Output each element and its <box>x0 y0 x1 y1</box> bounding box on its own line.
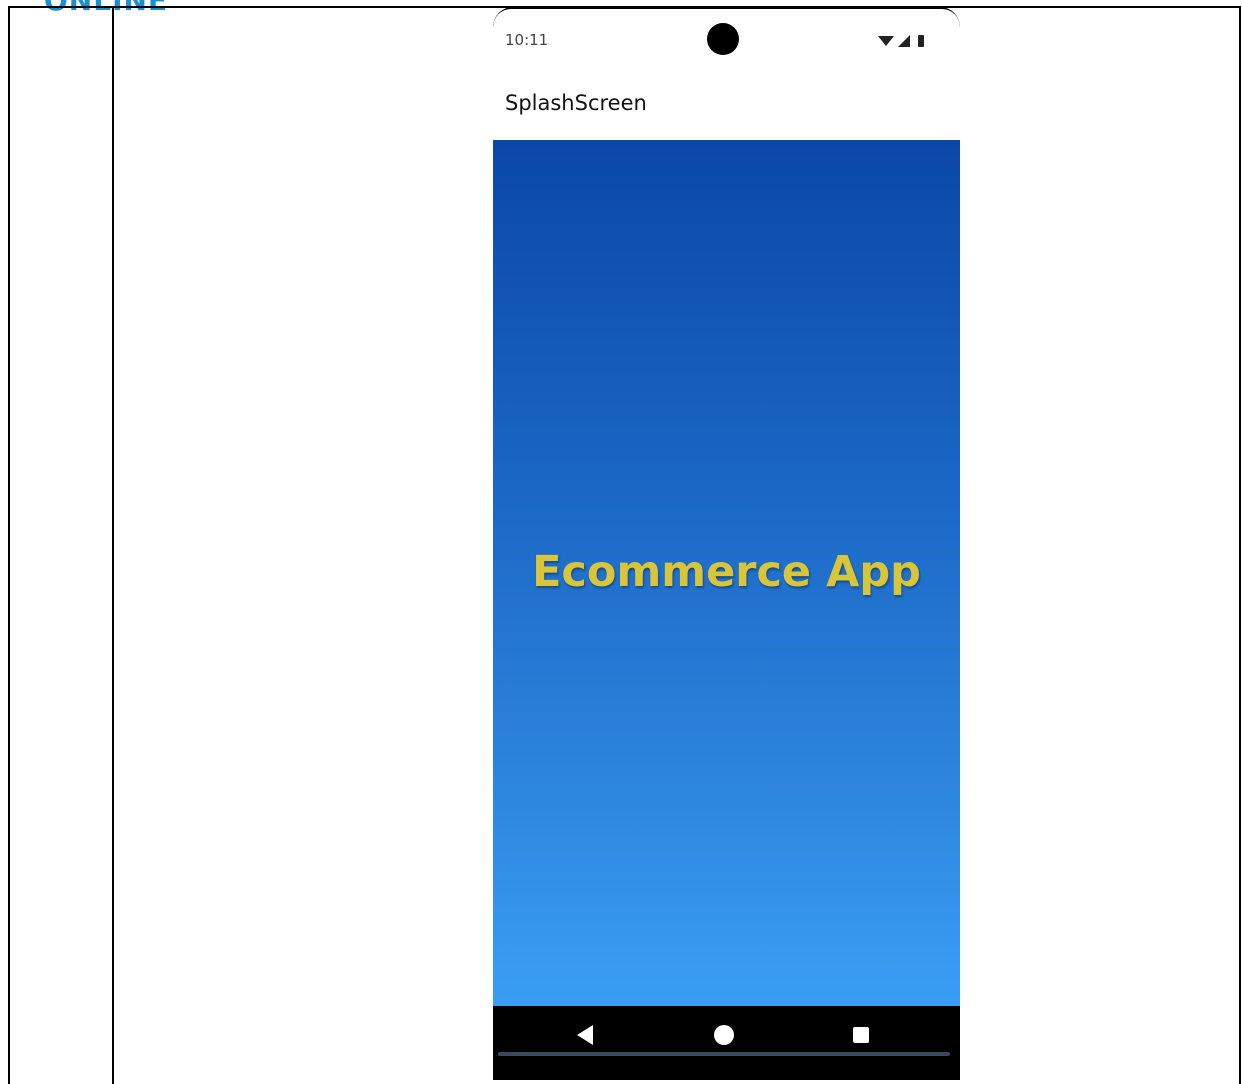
status-bar: 10:11 <box>493 9 960 77</box>
home-icon[interactable] <box>711 1022 737 1048</box>
status-time: 10:11 <box>505 31 549 49</box>
battery-icon <box>918 35 924 47</box>
status-icons <box>878 35 924 47</box>
wifi-icon <box>878 36 894 46</box>
camera-cutout <box>707 23 739 55</box>
app-bar-title: SplashScreen <box>505 91 647 115</box>
document-page: ONLINE 10:11 SplashScreen Ecommerce App <box>0 0 1242 1084</box>
splash-screen[interactable]: Ecommerce App <box>493 140 960 1006</box>
splash-title: Ecommerce App <box>532 547 921 597</box>
navigation-bar <box>493 1006 960 1080</box>
signal-icon <box>898 35 910 47</box>
phone-screenshot: 10:11 SplashScreen Ecommerce App <box>493 7 960 1080</box>
recent-apps-icon[interactable] <box>848 1022 874 1048</box>
back-icon[interactable] <box>573 1022 599 1048</box>
table-column-divider <box>112 6 114 1084</box>
gesture-bar <box>498 1052 950 1056</box>
app-bar: SplashScreen <box>493 77 960 140</box>
